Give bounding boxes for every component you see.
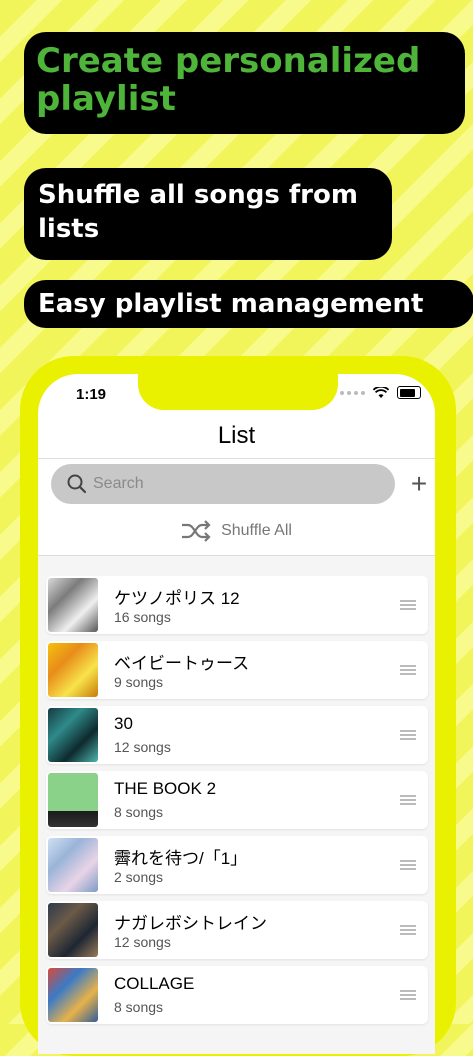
reorder-handle-icon[interactable]	[400, 860, 416, 870]
song-count: 16 songs	[114, 609, 171, 625]
playlist-row[interactable]: 霽れを待つ/「1」 2 songs	[46, 836, 428, 894]
album-art	[48, 643, 98, 697]
reorder-handle-icon[interactable]	[400, 600, 416, 610]
song-count: 9 songs	[114, 674, 164, 690]
status-time: 1:19	[76, 386, 107, 403]
playlist-title: ベイビートゥース	[114, 654, 250, 673]
reorder-handle-icon[interactable]	[400, 925, 416, 935]
playlist-title: ケツノポリス 12	[114, 589, 240, 608]
album-art	[48, 838, 98, 892]
search-icon	[67, 474, 87, 494]
search-input[interactable]: Search	[51, 464, 395, 504]
song-count: 2 songs	[114, 869, 164, 885]
playlist-row[interactable]: ケツノポリス 12 16 songs	[46, 576, 428, 634]
album-art	[48, 578, 98, 632]
song-count: 8 songs	[114, 804, 164, 820]
reorder-handle-icon[interactable]	[400, 730, 416, 740]
song-count: 12 songs	[114, 934, 171, 950]
album-art	[48, 708, 98, 762]
signal-icon	[340, 390, 365, 395]
album-art	[48, 773, 98, 827]
shuffle-all-label: Shuffle All	[221, 522, 292, 539]
headline-shuffle-all: Shuffle all songs from lists	[28, 172, 388, 256]
reorder-handle-icon[interactable]	[400, 990, 416, 1000]
headline-create-playlist: Create personalized playlist	[28, 36, 461, 130]
wifi-icon	[373, 386, 389, 398]
header-divider	[38, 458, 435, 459]
playlist-title: COLLAGE	[114, 974, 195, 993]
shuffle-icon	[182, 520, 211, 542]
playlist-row[interactable]: ベイビートゥース 9 songs	[46, 641, 428, 699]
playlist-row[interactable]: 30 12 songs	[46, 706, 428, 764]
playlist-row[interactable]: THE BOOK 2 8 songs	[46, 771, 428, 829]
playlist-title: THE BOOK 2	[114, 779, 217, 798]
reorder-handle-icon[interactable]	[400, 665, 416, 675]
album-art	[48, 968, 98, 1022]
playlist-title: 霽れを待つ/「1」	[114, 849, 248, 868]
album-art	[48, 903, 98, 957]
playlist-row[interactable]: COLLAGE 8 songs	[46, 966, 428, 1024]
playlist-list: ケツノポリス 12 16 songs ベイビートゥース 9 songs 30 1…	[38, 556, 435, 1054]
playlist-title: ナガレボシトレイン	[114, 914, 267, 933]
playlist-row[interactable]: ナガレボシトレイン 12 songs	[46, 901, 428, 959]
search-placeholder: Search	[93, 475, 144, 492]
reorder-handle-icon[interactable]	[400, 795, 416, 805]
page-title: List	[217, 422, 256, 449]
phone-notch	[138, 374, 338, 410]
add-playlist-button[interactable]: +	[405, 470, 433, 498]
status-icons	[340, 386, 421, 399]
shuffle-all-button[interactable]: Shuffle All	[38, 520, 435, 542]
headline-playlist-management: Easy playlist management	[28, 284, 470, 324]
battery-icon	[397, 386, 421, 399]
song-count: 8 songs	[114, 999, 164, 1015]
phone-screen: 1:19 List Search + Shuffle All ケツノポリス 12…	[38, 374, 435, 1054]
playlist-title: 30	[114, 714, 133, 733]
song-count: 12 songs	[114, 739, 171, 755]
